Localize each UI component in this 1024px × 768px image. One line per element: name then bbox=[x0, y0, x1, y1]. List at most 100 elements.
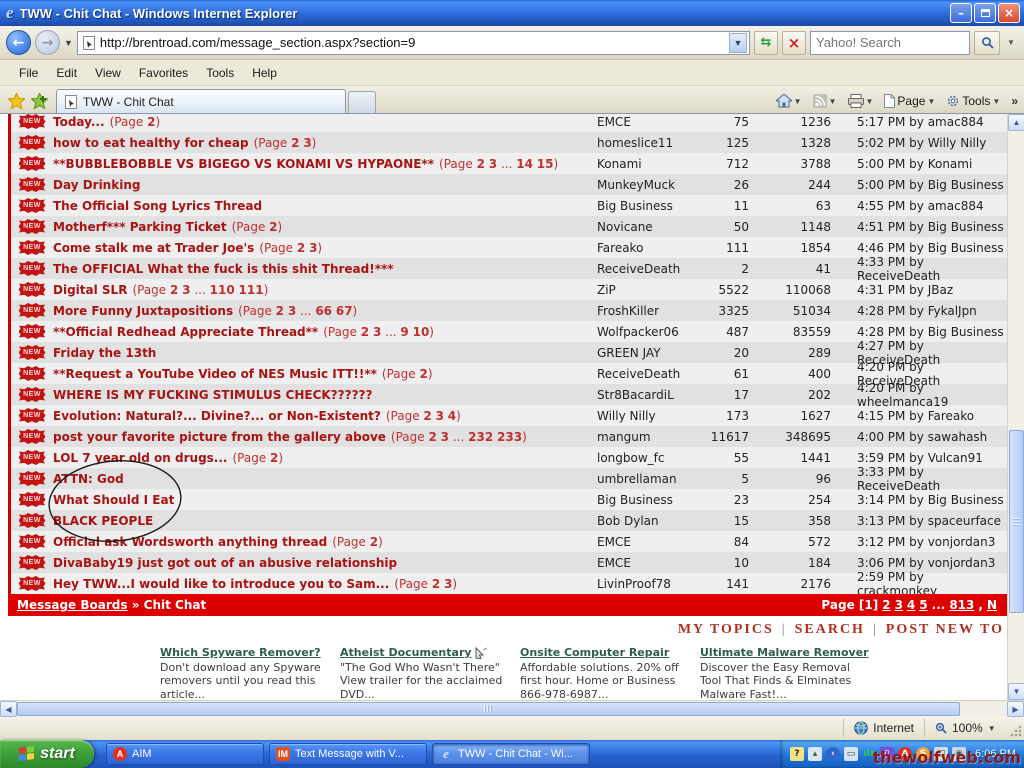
task-button-aim[interactable]: AAIM bbox=[106, 743, 264, 765]
scroll-right-button[interactable]: ▶ bbox=[1007, 701, 1024, 717]
page-link[interactable]: 2 bbox=[269, 220, 277, 234]
search-box[interactable] bbox=[810, 31, 970, 55]
tray-back-icon[interactable]: ‹ bbox=[826, 747, 840, 761]
task-button-im[interactable]: IMText Message with V... bbox=[269, 743, 427, 765]
tab-tww-chit-chat[interactable]: TWW - Chit Chat bbox=[56, 89, 346, 113]
history-dropdown[interactable]: ▼ bbox=[64, 38, 73, 48]
menu-view[interactable]: View bbox=[86, 63, 130, 83]
tray-monitor-icon[interactable]: ▭ bbox=[844, 747, 858, 761]
action-post-new-to[interactable]: Post New To bbox=[886, 622, 1004, 637]
page-link[interactable]: 14 bbox=[516, 157, 533, 171]
page-dropdown[interactable]: ▼ bbox=[927, 97, 935, 106]
action-my-topics[interactable]: My Topics bbox=[678, 622, 774, 637]
page-link[interactable]: 3 bbox=[182, 283, 190, 297]
thread-title-link[interactable]: Today... bbox=[53, 115, 105, 129]
pagination-link[interactable]: N bbox=[987, 598, 997, 612]
search-input[interactable] bbox=[816, 35, 964, 50]
refresh-button[interactable]: ⇆ bbox=[754, 31, 778, 55]
page-link[interactable]: 3 bbox=[436, 409, 444, 423]
thread-title-link[interactable]: WHERE IS MY FUCKING STIMULUS CHECK?????? bbox=[53, 388, 372, 402]
scroll-down-button[interactable]: ▼ bbox=[1008, 683, 1024, 700]
menu-edit[interactable]: Edit bbox=[47, 63, 86, 83]
pagination-link[interactable]: 2 bbox=[882, 598, 890, 612]
menu-help[interactable]: Help bbox=[243, 63, 286, 83]
thread-title-link[interactable]: DivaBaby19 just got out of an abusive re… bbox=[53, 556, 397, 570]
ad-title-link[interactable]: Onsite Computer Repair bbox=[520, 646, 669, 660]
page-link[interactable]: 66 bbox=[315, 304, 332, 318]
stop-button[interactable]: × bbox=[782, 31, 806, 55]
page-link[interactable]: 9 bbox=[400, 325, 408, 339]
page-link[interactable]: 3 bbox=[309, 241, 317, 255]
page-link[interactable]: 2 bbox=[477, 157, 485, 171]
ad-title-link[interactable]: Atheist Documentary bbox=[340, 646, 472, 660]
thread-title-link[interactable]: post your favorite picture from the gall… bbox=[53, 430, 386, 444]
page-link[interactable]: 10 bbox=[413, 325, 430, 339]
page-link[interactable]: 111 bbox=[239, 283, 264, 297]
page-link[interactable]: 2 bbox=[370, 535, 378, 549]
new-tab-button[interactable] bbox=[348, 91, 376, 113]
page-link[interactable]: 110 bbox=[210, 283, 235, 297]
page-link[interactable]: 3 bbox=[288, 304, 296, 318]
menu-tools[interactable]: Tools bbox=[197, 63, 243, 83]
address-bar[interactable]: http://brentroad.com/message_section.asp… bbox=[77, 31, 750, 55]
page-link[interactable]: 3 bbox=[303, 136, 311, 150]
page-link[interactable]: 2 bbox=[432, 577, 440, 591]
thread-title-link[interactable]: Digital SLR bbox=[53, 283, 127, 297]
thread-title-link[interactable]: ATTN: God bbox=[53, 472, 124, 486]
page-link[interactable]: 4 bbox=[448, 409, 456, 423]
feeds-dropdown[interactable]: ▼ bbox=[829, 97, 837, 106]
thread-title-link[interactable]: Friday the 13th bbox=[53, 346, 156, 360]
thread-title-link[interactable]: **Request a YouTube Video of NES Music I… bbox=[53, 367, 377, 381]
thread-title-link[interactable]: Day Drinking bbox=[53, 178, 140, 192]
ad-title-link[interactable]: Which Spyware Remover? bbox=[160, 646, 321, 660]
ad-title-link[interactable]: Ultimate Malware Remover bbox=[700, 646, 869, 660]
tools-dropdown[interactable]: ▼ bbox=[992, 97, 1000, 106]
page-link[interactable]: 233 bbox=[497, 430, 522, 444]
thread-title-link[interactable]: The OFFICIAL What the fuck is this shit … bbox=[53, 262, 394, 276]
forward-button[interactable]: → bbox=[35, 30, 60, 55]
close-button[interactable]: × bbox=[998, 3, 1020, 23]
toolbar-overflow-button[interactable]: » bbox=[1007, 94, 1018, 108]
pagination-link[interactable]: 4 bbox=[907, 598, 915, 612]
zoom-control[interactable]: 100% ▼ bbox=[924, 719, 1010, 737]
page-link[interactable]: 3 bbox=[489, 157, 497, 171]
search-button[interactable] bbox=[974, 31, 1000, 55]
search-options-dropdown[interactable]: ▼ bbox=[1004, 31, 1018, 55]
minimize-button[interactable]: – bbox=[950, 3, 972, 23]
home-dropdown[interactable]: ▼ bbox=[794, 97, 802, 106]
thread-title-link[interactable]: **Official Redhead Appreciate Thread** bbox=[53, 325, 318, 339]
vertical-scrollbar[interactable]: ▲ ▼ bbox=[1007, 114, 1024, 700]
scroll-left-button[interactable]: ◀ bbox=[0, 701, 17, 717]
thread-title-link[interactable]: BLACK PEOPLE bbox=[53, 514, 153, 528]
page-link[interactable]: 2 bbox=[423, 409, 431, 423]
page-link[interactable]: 2 bbox=[147, 115, 155, 129]
page-link[interactable]: 232 bbox=[468, 430, 493, 444]
start-button[interactable]: start bbox=[0, 740, 94, 768]
page-link[interactable]: 2 bbox=[428, 430, 436, 444]
thread-title-link[interactable]: More Funny Juxtapositions bbox=[53, 304, 233, 318]
page-menu-button[interactable]: Page ▼ bbox=[880, 92, 939, 110]
task-button-ie[interactable]: eTWW - Chit Chat - Wi... bbox=[432, 743, 590, 765]
page-link[interactable]: 2 bbox=[270, 451, 278, 465]
page-link[interactable]: 2 bbox=[419, 367, 427, 381]
thread-title-link[interactable]: What Should I Eat bbox=[53, 493, 174, 507]
restore-button[interactable] bbox=[974, 3, 996, 23]
page-link[interactable]: 67 bbox=[336, 304, 353, 318]
page-link[interactable]: 2 bbox=[361, 325, 369, 339]
address-dropdown[interactable]: ▼ bbox=[729, 33, 747, 53]
thread-title-link[interactable]: **BUBBLEBOBBLE VS BIGEGO VS KONAMI VS HY… bbox=[53, 157, 434, 171]
favorites-star-icon[interactable] bbox=[8, 93, 25, 109]
menu-favorites[interactable]: Favorites bbox=[130, 63, 197, 83]
page-link[interactable]: 2 bbox=[276, 304, 284, 318]
page-link[interactable]: 2 bbox=[291, 136, 299, 150]
thread-title-link[interactable]: how to eat healthy for cheap bbox=[53, 136, 249, 150]
tools-menu-button[interactable]: Tools ▼ bbox=[942, 92, 1004, 110]
back-button[interactable]: ← bbox=[6, 30, 31, 55]
home-button[interactable]: ▼ bbox=[772, 92, 806, 110]
thread-title-link[interactable]: Official ask Wordsworth anything thread bbox=[53, 535, 327, 549]
scroll-up-button[interactable]: ▲ bbox=[1008, 114, 1024, 131]
print-button[interactable]: ▼ bbox=[844, 92, 878, 110]
pagination-link[interactable]: 5 bbox=[919, 598, 927, 612]
thread-title-link[interactable]: Motherf*** Parking Ticket bbox=[53, 220, 227, 234]
thread-title-link[interactable]: Come stalk me at Trader Joe's bbox=[53, 241, 254, 255]
